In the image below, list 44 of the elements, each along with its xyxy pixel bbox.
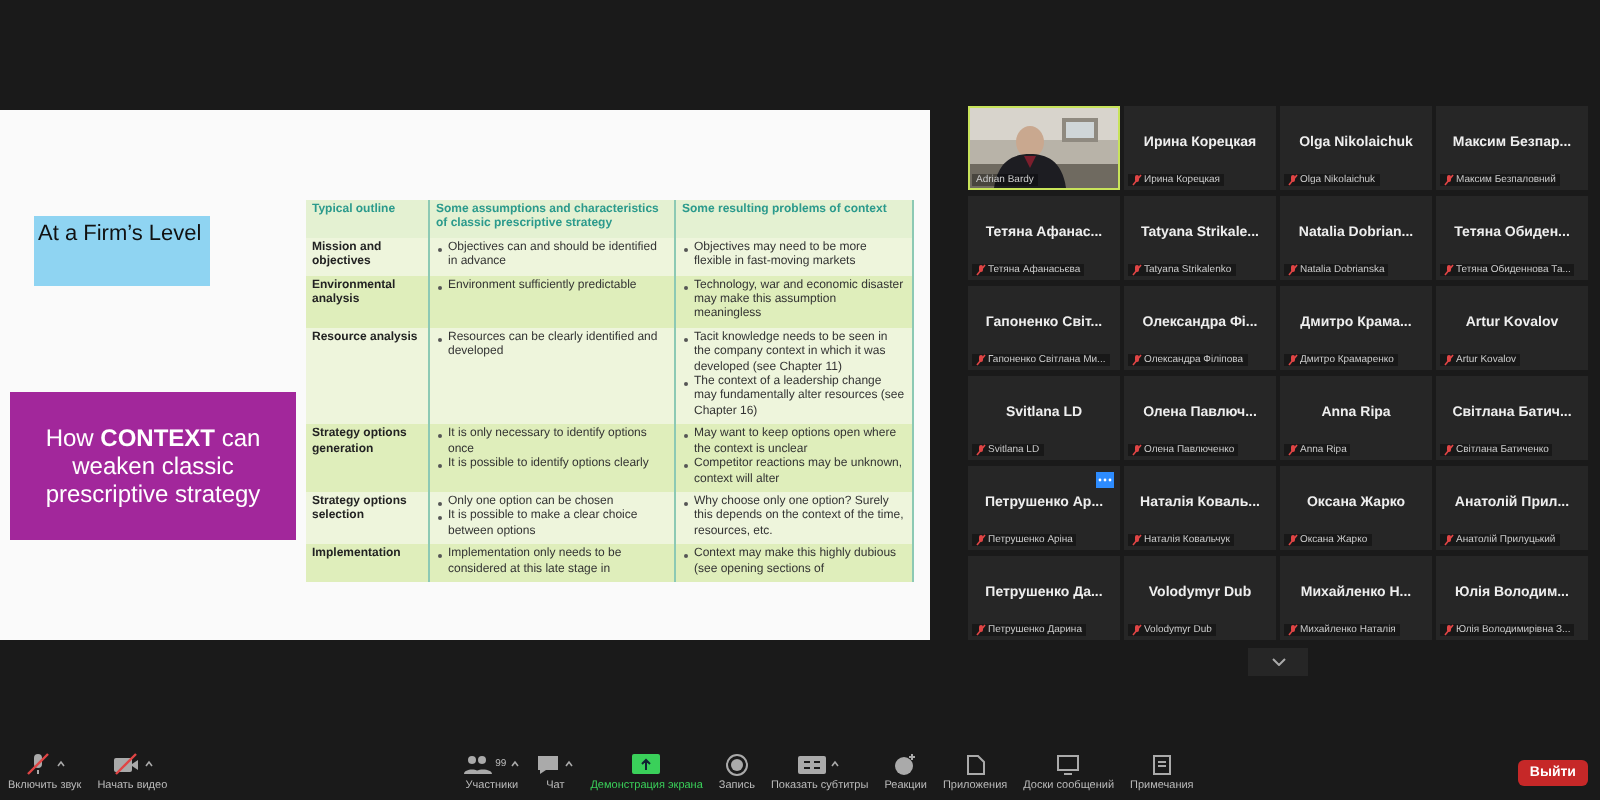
muted-microphone-icon <box>1288 624 1298 636</box>
slide-label: At a Firm’s Level <box>34 216 210 286</box>
chevron-down-icon <box>1271 658 1285 666</box>
muted-microphone-icon <box>976 444 986 456</box>
muted-microphone-icon <box>1132 444 1142 456</box>
scroll-down-button[interactable] <box>1248 648 1308 676</box>
record-icon <box>725 753 748 775</box>
muted-microphone-icon <box>1288 174 1298 186</box>
muted-microphone-icon <box>1444 534 1454 546</box>
muted-microphone-icon <box>976 354 986 366</box>
slide-title: How CONTEXT can weaken classic prescriptive strategy <box>10 392 296 540</box>
caret-icon[interactable] <box>143 760 154 768</box>
people-icon <box>463 753 492 775</box>
notes-icon <box>1151 753 1172 775</box>
muted-microphone-icon <box>1444 624 1454 636</box>
more-button[interactable] <box>1096 472 1114 488</box>
whiteboard-icon <box>1056 753 1081 775</box>
share-screen-icon <box>632 754 661 774</box>
captions-icon <box>798 755 827 773</box>
microphone-icon <box>23 752 52 776</box>
muted-microphone-icon <box>1288 534 1298 546</box>
caret-icon[interactable] <box>830 760 841 768</box>
muted-microphone-icon <box>1444 354 1454 366</box>
muted-microphone-icon <box>1132 624 1142 636</box>
muted-microphone-icon <box>976 624 986 636</box>
muted-microphone-icon <box>1132 174 1142 186</box>
muted-microphone-icon <box>1444 264 1454 276</box>
caret-icon[interactable] <box>55 760 66 768</box>
muted-microphone-icon <box>1288 444 1298 456</box>
muted-microphone-icon <box>1288 264 1298 276</box>
muted-microphone-icon <box>976 264 986 276</box>
muted-microphone-icon <box>1444 174 1454 186</box>
speech-bubble-icon <box>536 753 561 775</box>
muted-microphone-icon <box>1132 264 1142 276</box>
camera-icon <box>111 752 140 776</box>
muted-microphone-icon <box>976 534 986 546</box>
muted-microphone-icon <box>1132 534 1142 546</box>
caret-icon[interactable] <box>510 760 521 768</box>
muted-microphone-icon <box>1288 354 1298 366</box>
muted-microphone-icon <box>1132 354 1142 366</box>
apps-icon <box>964 753 987 775</box>
smiley-icon <box>894 753 917 775</box>
muted-microphone-icon <box>1444 444 1454 456</box>
caret-icon[interactable] <box>564 760 575 768</box>
